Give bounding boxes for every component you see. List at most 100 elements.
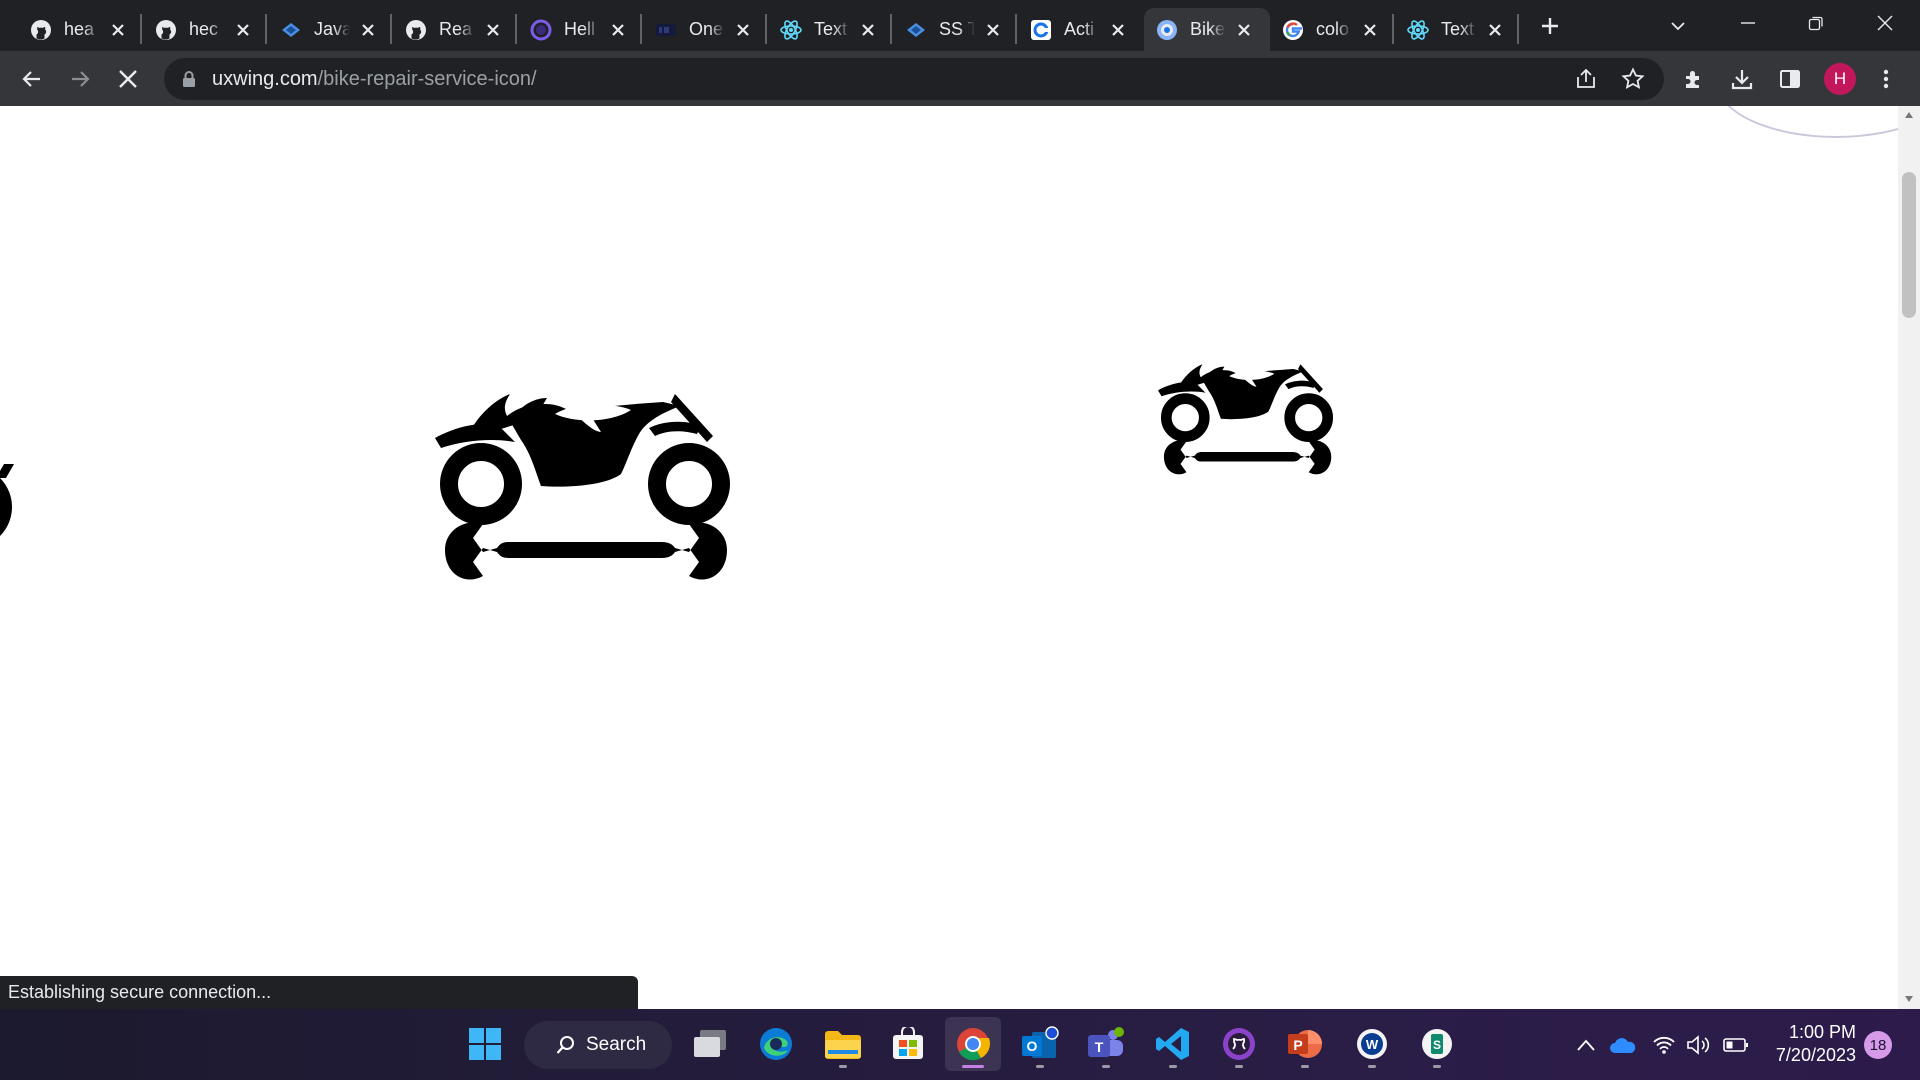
onedrive-icon[interactable] — [1609, 1031, 1637, 1059]
tab-1[interactable]: hea — [18, 8, 144, 51]
close-icon[interactable] — [1485, 20, 1505, 40]
profile-avatar[interactable]: H — [1824, 63, 1856, 95]
folder-icon — [825, 1031, 861, 1059]
wifi-icon[interactable] — [1650, 1031, 1678, 1059]
close-window-button[interactable] — [1855, 6, 1915, 40]
windows-taskbar: Search O T P W S 1:00 PM 7/20/2023 18 — [0, 1009, 1920, 1080]
tab-2[interactable]: hec — [143, 8, 269, 51]
taskbar-edge[interactable] — [748, 1017, 804, 1071]
vertical-scrollbar[interactable] — [1898, 106, 1920, 1009]
taskbar-outlook[interactable]: O — [1012, 1017, 1068, 1071]
tray-overflow-chevron-icon[interactable] — [1572, 1031, 1600, 1059]
close-icon[interactable] — [1360, 20, 1380, 40]
bike-repair-icon-large[interactable] — [435, 350, 735, 594]
minimize-button[interactable] — [1718, 6, 1778, 40]
store-icon — [893, 1027, 923, 1059]
tab-search-button[interactable] — [1664, 12, 1692, 40]
tab-title: Acti — [1064, 19, 1095, 39]
github-icon — [30, 19, 52, 41]
minimize-icon — [1741, 22, 1755, 24]
scroll-up-arrow-icon[interactable] — [1902, 108, 1916, 122]
tab-title: Java — [314, 19, 350, 39]
tab-3[interactable]: Java — [268, 8, 394, 51]
tab-8[interactable]: SS T — [893, 8, 1019, 51]
taskbar-file-explorer[interactable] — [815, 1017, 871, 1071]
close-icon[interactable] — [608, 20, 628, 40]
side-panel-icon[interactable] — [1774, 63, 1806, 95]
partial-icon-fragment — [0, 464, 15, 478]
github-icon — [155, 19, 177, 41]
close-icon[interactable] — [483, 20, 503, 40]
stop-loading-button[interactable] — [112, 63, 144, 95]
tab-12[interactable]: Text — [1395, 8, 1521, 51]
tab-title: hec — [189, 19, 219, 39]
tab-title: Rea — [439, 19, 473, 39]
close-icon[interactable] — [733, 20, 753, 40]
taskbar-powerpoint[interactable]: P — [1277, 1017, 1333, 1071]
powerpoint-icon: P — [1288, 1030, 1322, 1058]
tab-title: hea — [64, 19, 95, 39]
search-label: Search — [586, 1034, 647, 1055]
address-bar[interactable]: uxwing.com/bike-repair-service-icon/ — [164, 58, 1664, 100]
tab-6[interactable]: One — [643, 8, 769, 51]
running-indicator — [839, 1065, 847, 1068]
start-button[interactable] — [457, 1017, 513, 1071]
close-icon[interactable] — [858, 20, 878, 40]
taskbar-teams[interactable]: T — [1078, 1017, 1134, 1071]
tab-9[interactable]: Acti — [1018, 8, 1144, 51]
close-icon[interactable] — [1234, 20, 1254, 40]
bookmark-star-icon[interactable] — [1620, 66, 1646, 92]
close-icon[interactable] — [1108, 20, 1128, 40]
lock-icon[interactable] — [180, 70, 198, 88]
extensions-icon[interactable] — [1678, 63, 1710, 95]
system-clock[interactable]: 1:00 PM 7/20/2023 — [1764, 1021, 1856, 1067]
tab-separator — [265, 14, 267, 44]
chevron-down-icon — [1671, 22, 1685, 31]
arrow-left-icon — [22, 71, 40, 87]
close-icon[interactable] — [358, 20, 378, 40]
url-text: uxwing.com/bike-repair-service-icon/ — [212, 68, 537, 91]
vscode-icon — [1156, 1028, 1189, 1060]
new-tab-button[interactable] — [1536, 12, 1564, 40]
tab-strip: hea hec Java Rea Hell One Text SS T Acti… — [0, 0, 1920, 51]
tab-title: One — [689, 19, 724, 39]
tab-10-active[interactable]: Bike — [1144, 8, 1270, 51]
tab-separator — [1015, 14, 1017, 44]
back-button[interactable] — [16, 63, 48, 95]
taskbar-app-s[interactable]: S — [1409, 1017, 1465, 1071]
menu-kebab-icon[interactable] — [1870, 63, 1902, 95]
page-content — [0, 106, 1898, 1009]
restore-button[interactable] — [1786, 6, 1846, 40]
taskbar-task-view[interactable] — [682, 1017, 738, 1071]
tab-11[interactable]: colo — [1270, 8, 1396, 51]
taskbar-search[interactable]: Search — [524, 1021, 672, 1069]
tab-4[interactable]: Rea — [393, 8, 519, 51]
scroll-thumb[interactable] — [1902, 172, 1916, 318]
onecompiler-icon — [655, 19, 677, 41]
battery-icon[interactable] — [1722, 1031, 1750, 1059]
circle-icon — [530, 19, 552, 41]
close-icon[interactable] — [108, 20, 128, 40]
forward-button[interactable] — [64, 63, 96, 95]
taskbar-chrome[interactable] — [945, 1017, 1001, 1071]
bike-repair-icon-small[interactable] — [1158, 338, 1336, 483]
taskbar-app-w[interactable]: W — [1344, 1017, 1400, 1071]
close-icon[interactable] — [983, 20, 1003, 40]
tab-7[interactable]: Text — [768, 8, 894, 51]
outlook-icon: O — [1022, 1026, 1059, 1058]
notification-badge[interactable]: 18 — [1864, 1031, 1892, 1059]
close-icon[interactable] — [233, 20, 253, 40]
tab-5[interactable]: Hell — [518, 8, 644, 51]
tab-title: Text — [814, 19, 848, 39]
download-icon[interactable] — [1726, 63, 1758, 95]
share-icon[interactable] — [1573, 66, 1599, 92]
restore-icon — [1808, 16, 1823, 31]
scroll-down-arrow-icon[interactable] — [1902, 992, 1916, 1006]
volume-icon[interactable] — [1684, 1031, 1712, 1059]
github-icon — [1223, 1028, 1255, 1060]
taskbar-store[interactable] — [880, 1017, 936, 1071]
task-view-icon — [694, 1030, 726, 1057]
taskbar-vscode[interactable] — [1145, 1017, 1201, 1071]
tab-title: colo — [1316, 19, 1350, 39]
taskbar-github-desktop[interactable] — [1211, 1017, 1267, 1071]
